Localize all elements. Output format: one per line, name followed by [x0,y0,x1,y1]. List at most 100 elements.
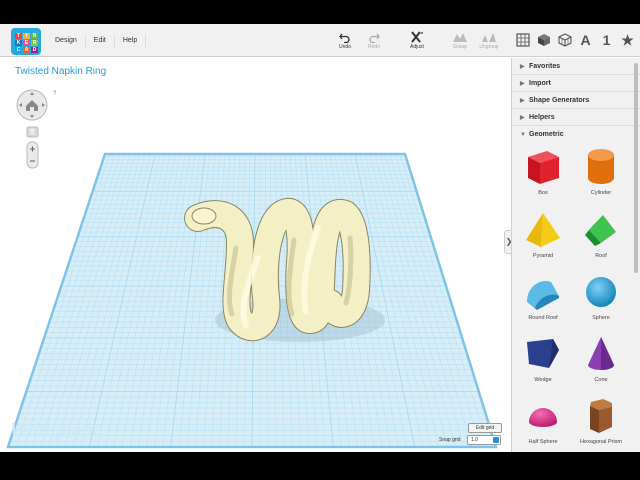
ungroup-icon [482,33,496,42]
wire-cube-icon [557,33,572,47]
top-letterbox [0,0,640,24]
shape-sphere[interactable]: Sphere [572,272,630,334]
section-favorites[interactable]: ▶ Favorites [512,58,640,75]
half-sphere-icon [529,408,557,427]
logo-letter: E [23,40,30,46]
sphere-icon [586,277,616,307]
cone-icon [588,337,614,370]
shape-label: Roof [595,253,607,259]
undo-button[interactable]: Undo [332,31,358,50]
section-label: Shape Generators [529,97,590,104]
shape-box[interactable]: Box [514,147,572,209]
section-label: Favorites [529,63,561,70]
menu-help[interactable]: Help [113,33,147,48]
section-label: Geometric [529,131,564,138]
shape-label: Cone [594,377,608,383]
group-button[interactable]: Group [447,31,473,50]
shape-round-roof[interactable]: Round Roof [514,272,572,334]
group-icon [453,33,467,42]
section-geometric[interactable]: ▼ Geometric [512,126,640,143]
edit-grid-button[interactable]: Edit grid [468,423,502,433]
shape-label: Cylinder [590,190,612,196]
section-label: Import [529,80,551,87]
tinkercad-editor: T I N K E R C A D Design Edit Help Undo … [0,24,640,452]
bottom-letterbox [0,452,640,480]
snap-grid-label: Snap grid [439,437,461,443]
caret-right-icon: ▶ [520,64,525,70]
main-menu: Design Edit Help [47,24,147,57]
shape-label: Round Roof [528,315,558,321]
shape-half-sphere[interactable]: Half Sphere [514,396,572,458]
logo-letter: C [15,47,22,53]
group-label: Group [453,44,467,50]
undo-icon [339,33,350,43]
sidebar-scrollbar[interactable] [634,58,639,452]
dropdown-arrow-icon [493,437,499,443]
wedge-icon [527,339,559,368]
text-view-button[interactable]: A [578,32,593,48]
shape-label: Pyramid [532,253,554,259]
logo-letter: K [15,40,22,46]
redo-icon [369,33,380,43]
shape-label: Half Sphere [528,439,558,445]
workplane-view-button[interactable] [515,33,530,48]
redo-label: Redo [368,44,380,50]
shapes-sidebar: ▶ Favorites ▶ Import ▶ Shape Generators ▶ He… [511,58,640,452]
top-toolbar: T I N K E R C A D Design Edit Help Undo … [0,24,640,57]
ungroup-label: Ungroup [479,44,499,50]
workplane[interactable] [0,58,510,452]
shape-cone[interactable]: Cone [572,334,630,396]
view-controls: A 1 ★ [515,30,635,50]
adjust-label: Adjust [410,44,424,50]
pyramid-icon [526,213,560,247]
logo-letter: D [31,47,38,53]
shape-hexagonal-prism[interactable]: Hexagonal Prism [572,396,630,458]
menu-edit[interactable]: Edit [84,33,114,48]
ungroup-button[interactable]: Ungroup [476,31,502,50]
section-shape-generators[interactable]: ▶ Shape Generators [512,92,640,109]
roof-icon [585,215,616,246]
snap-grid-value: 1.0 [471,437,478,443]
shape-label: Hexagonal Prism [580,439,622,445]
box-icon [528,151,559,184]
shape-label: Sphere [592,315,610,321]
menu-design[interactable]: Design [47,34,85,48]
redo-button[interactable]: Redo [361,31,387,50]
logo-letter: N [31,33,38,39]
hexagonal-prism-icon [590,399,612,433]
shape-label: Wedge [534,377,552,383]
solid-view-button[interactable] [536,33,551,48]
section-import[interactable]: ▶ Import [512,75,640,92]
undo-label: Undo [339,44,351,50]
caret-right-icon: ▶ [520,81,525,87]
tinkercad-logo[interactable]: T I N K E R C A D [11,28,41,55]
caret-right-icon: ▶ [520,115,525,121]
wireframe-view-button[interactable] [557,33,572,48]
adjust-icon [411,31,423,43]
shape-pyramid[interactable]: Pyramid [514,210,572,272]
shape-wedge[interactable]: Wedge [514,334,572,396]
logo-letter: A [23,47,30,53]
scrollbar-thumb[interactable] [634,63,638,273]
shape-cylinder[interactable]: Cylinder [572,147,630,209]
workplane-label: Workplane [11,420,103,440]
cylinder-icon [588,149,614,184]
design-canvas[interactable]: Twisted Napkin Ring ? Workplane Edit gri… [0,58,510,452]
logo-letter: R [31,40,38,46]
snap-grid-select[interactable]: 1.0 [467,435,501,445]
shape-label: Box [538,190,548,196]
section-label: Helpers [529,114,555,121]
section-helpers[interactable]: ▶ Helpers [512,109,640,126]
caret-down-icon: ▼ [520,132,526,138]
caret-right-icon: ▶ [520,98,525,104]
favorite-button[interactable]: ★ [620,31,635,48]
cube-icon [537,34,550,46]
adjust-button[interactable]: Adjust [404,31,430,50]
star-icon: ★ [621,31,634,48]
one-view-button[interactable]: 1 [599,32,614,48]
shape-roof[interactable]: Roof [572,210,630,272]
round-roof-icon [527,280,559,310]
logo-letter: I [23,33,30,39]
grid-icon [515,33,530,47]
logo-letter: T [15,33,22,39]
